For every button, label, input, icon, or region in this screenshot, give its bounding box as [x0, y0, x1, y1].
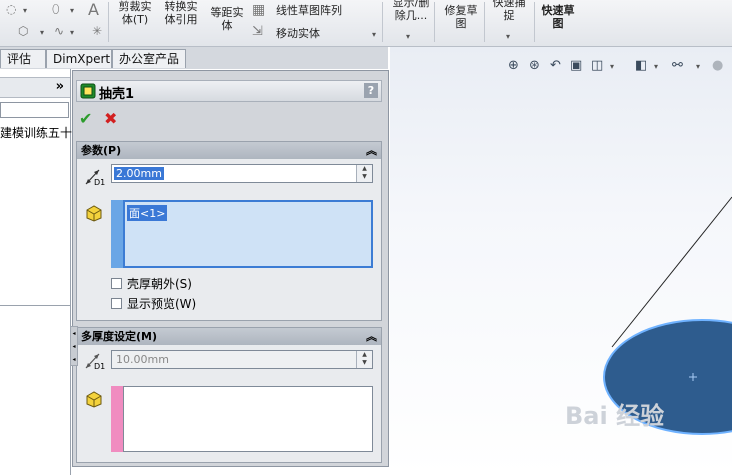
multi-thickness-group-title: 多厚度设定(M) [81, 330, 158, 343]
cancel-button[interactable]: ✖ [104, 109, 117, 128]
rapid-sketch-button[interactable]: 快速草 图 [536, 4, 580, 30]
command-ribbon: ◌ ▾ ⬯ ▾ A ⬡ ▾ ∿ ▾ ✳ 剪裁实 体(T) 转换实 体引用 等距实… [0, 0, 732, 47]
shell-outward-checkbox[interactable] [111, 278, 122, 289]
face-selection-icon [86, 205, 102, 222]
ellipse-tool-icon[interactable]: ⬯ [52, 2, 60, 17]
selection-color-bar [111, 200, 123, 268]
multi-selection-color-bar [111, 386, 123, 452]
property-manager-header: 抽壳1 ? [76, 80, 382, 102]
parameters-group-header[interactable]: 参数(P) ︽ [77, 142, 381, 159]
command-tabs: 评估 DimXpert 办公室产品 [0, 47, 388, 69]
multi-thickness-group: 多厚度设定(M) ︽ D1 10.00mm ▲ ▼ [76, 327, 382, 463]
tab-office-products[interactable]: 办公室产品 [112, 49, 186, 68]
multi-thickness-group-header[interactable]: 多厚度设定(M) ︽ [77, 328, 381, 345]
list-item[interactable]: 面<1> [127, 205, 168, 221]
thickness-stepper[interactable]: ▲ ▼ [356, 165, 372, 182]
trim-entities-button[interactable]: 剪裁实 体(T) [112, 0, 158, 26]
panel-flyout-handle[interactable]: ◂ ◂ ◂ [70, 326, 78, 366]
tab-evaluate[interactable]: 评估 [0, 49, 46, 68]
thickness-value: 2.00mm [114, 167, 164, 180]
spline-tool-icon[interactable]: ∿ [54, 24, 64, 38]
collapse-icon[interactable]: ︽ [366, 328, 377, 345]
help-button[interactable]: ? [364, 83, 378, 98]
chevron-down-icon[interactable]: ▾ [506, 32, 510, 41]
convert-entities-button[interactable]: 转换实 体引用 [158, 0, 204, 26]
faces-to-remove-list[interactable]: 面<1> [123, 200, 373, 268]
dimension-tag: D1 [94, 362, 106, 371]
tree-filter-input[interactable] [0, 102, 69, 118]
shell-feature-icon [80, 83, 96, 99]
model-view [603, 196, 732, 435]
multi-thickness-stepper[interactable]: ▲ ▼ [356, 351, 372, 368]
multi-thickness-input[interactable]: 10.00mm ▲ ▼ [111, 350, 373, 369]
shell-outward-label: 壳厚朝外(S) [127, 277, 192, 291]
dimension-tag: D1 [94, 178, 106, 187]
parameters-group-title: 参数(P) [81, 144, 122, 157]
move-entities-icon: ⇲ [252, 24, 263, 39]
chevron-down-icon[interactable]: ▾ [70, 28, 74, 37]
display-delete-relations-button[interactable]: 显示/删 除几... [388, 0, 434, 22]
point-tool-icon[interactable]: ✳ [92, 24, 102, 38]
text-tool-icon[interactable]: A [88, 0, 99, 19]
feature-title: 抽壳1 [99, 87, 135, 102]
dot-circle-icon[interactable]: ◌ [6, 2, 16, 16]
polygon-tool-icon[interactable]: ⬡ [18, 24, 28, 38]
chevron-down-icon[interactable]: ▾ [372, 30, 376, 39]
face-selection-icon [86, 391, 102, 408]
show-preview-checkbox[interactable] [111, 298, 122, 309]
tree-header: » [0, 77, 70, 98]
watermark-text: Bai 经验 [565, 402, 665, 430]
thickness-input[interactable]: 2.00mm ▲ ▼ [111, 164, 373, 183]
repair-sketch-button[interactable]: 修复草 图 [438, 4, 484, 30]
offset-entities-button[interactable]: 等距实 体 [204, 6, 250, 32]
graphics-area[interactable]: ⊕ ⊛ ↶ ▣ ◫ ▾ ◧ ▾ ⚯ ▾ ● [390, 47, 732, 475]
show-preview-label: 显示预览(W) [127, 297, 197, 311]
chevron-down-icon[interactable]: ▾ [70, 6, 74, 15]
feature-manager-tree: » 建模训练五十之 [0, 69, 84, 475]
move-entities-button[interactable]: 移动实体 [276, 27, 320, 40]
tab-dimxpert[interactable]: DimXpert [46, 49, 112, 68]
quick-snaps-button[interactable]: 快速捕 捉 [486, 0, 532, 22]
parameters-group: 参数(P) ︽ D1 2.00mm ▲ ▼ 面<1> 壳厚朝外(S) 显示预览(W… [76, 141, 382, 321]
linear-pattern-icon: ▦ [252, 2, 266, 18]
property-manager-shell: 抽壳1 ? ✔ ✖ 参数(P) ︽ D1 2.00mm ▲ ▼ 面<1> 壳厚朝外… [72, 70, 389, 467]
expand-panel-icon[interactable]: » [56, 79, 64, 94]
linear-sketch-pattern-button[interactable]: 线性草图阵列 [276, 4, 342, 17]
collapse-icon[interactable]: ︽ [366, 142, 377, 159]
chevron-down-icon[interactable]: ▾ [406, 32, 410, 41]
multi-thickness-value: 10.00mm [116, 353, 169, 366]
ok-button[interactable]: ✔ [79, 109, 92, 128]
multi-thickness-faces-list[interactable] [123, 386, 373, 452]
chevron-down-icon[interactable]: ▾ [23, 6, 27, 15]
chevron-down-icon[interactable]: ▾ [40, 28, 44, 37]
